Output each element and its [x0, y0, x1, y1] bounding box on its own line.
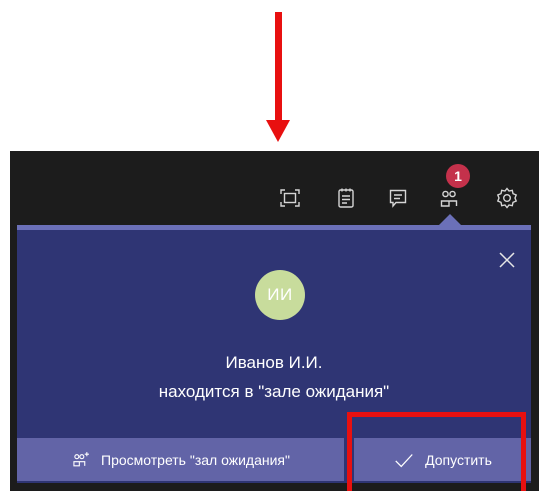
annotation-arrow-head: [266, 120, 290, 142]
person-name: Иванов И.И.: [225, 353, 323, 372]
add-participants-icon: [73, 451, 89, 466]
view-lobby-button[interactable]: Просмотреть "зал ожидания": [17, 438, 344, 481]
fullscreen-icon[interactable]: [276, 184, 304, 212]
card-pointer: [439, 214, 461, 225]
notes-icon[interactable]: [332, 184, 360, 212]
avatar: ИИ: [255, 270, 305, 320]
chat-icon[interactable]: [384, 184, 412, 212]
participants-count-badge: 1: [446, 164, 470, 188]
view-lobby-label: Просмотреть "зал ожидания": [101, 451, 290, 468]
annotation-highlight-frame: [347, 412, 526, 491]
close-icon[interactable]: [497, 250, 517, 270]
participants-icon[interactable]: [435, 184, 463, 212]
lobby-message: находится в "зале ожидания": [158, 382, 390, 401]
annotation-arrow-shaft: [275, 12, 282, 122]
settings-icon[interactable]: [493, 184, 521, 212]
